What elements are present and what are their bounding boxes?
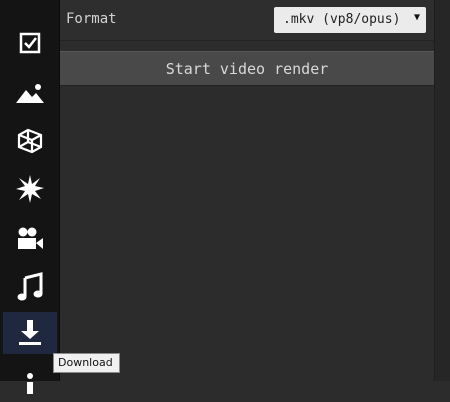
format-dropdown[interactable]: .mkv (vp8/opus) ▼: [274, 7, 426, 33]
scrollbar[interactable]: [434, 0, 450, 381]
checkbox-icon: [16, 29, 44, 57]
image-icon: [15, 79, 45, 107]
sidebar-item-download[interactable]: [3, 312, 57, 354]
render-panel: Format .mkv (vp8/opus) ▼ Start video ren…: [60, 0, 434, 381]
sidebar-item-music[interactable]: [3, 266, 57, 308]
effects-icon: [15, 174, 45, 204]
format-row: Format .mkv (vp8/opus) ▼: [60, 0, 434, 41]
format-selected-value: .mkv (vp8/opus): [283, 12, 401, 27]
sidebar-item-image[interactable]: [3, 72, 57, 114]
sidebar-item-video[interactable]: [3, 218, 57, 260]
chevron-down-icon: ▼: [413, 12, 420, 23]
sidebar-item-checkbox[interactable]: [3, 22, 57, 64]
info-icon: [16, 367, 44, 395]
cube-icon: [15, 126, 45, 156]
sidebar: [0, 0, 60, 394]
download-icon: [16, 318, 44, 348]
video-camera-icon: [15, 226, 45, 252]
sidebar-item-info[interactable]: [3, 360, 57, 402]
sidebar-item-effects[interactable]: [3, 168, 57, 210]
music-note-icon: [16, 272, 44, 302]
sidebar-item-settings[interactable]: [3, 0, 57, 12]
settings-icon: [16, 0, 44, 5]
sidebar-item-cube[interactable]: [3, 120, 57, 162]
format-label: Format: [66, 11, 117, 27]
start-video-render-button[interactable]: Start video render: [60, 51, 434, 86]
download-tooltip: Download: [53, 353, 120, 373]
